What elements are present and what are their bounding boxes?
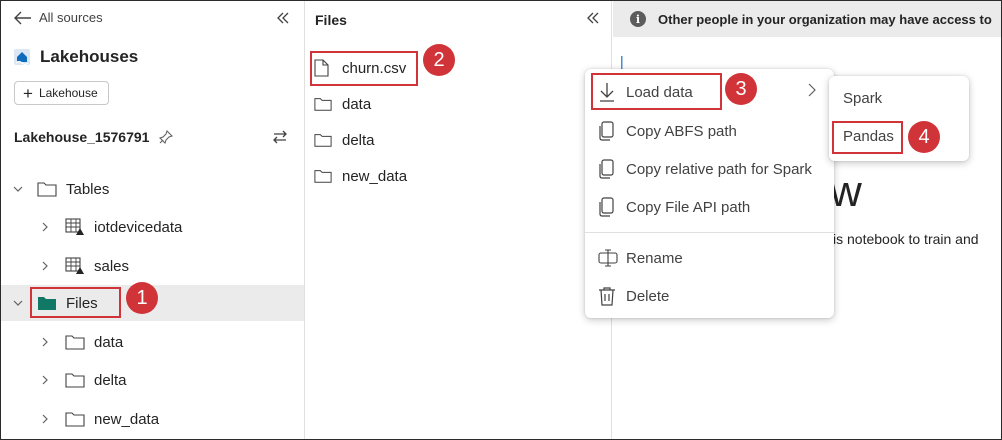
menu-item-delete[interactable]: Delete (585, 279, 834, 313)
submenu-item-spark[interactable]: Spark (843, 90, 882, 107)
arrow-left-icon (14, 11, 31, 24)
chevron-right-icon[interactable] (39, 336, 51, 348)
info-banner: i Other people in your organization may … (613, 1, 1001, 37)
info-icon: i (630, 11, 646, 27)
lakehouse-icon (14, 49, 30, 66)
folder-icon (314, 96, 332, 112)
rename-icon (598, 249, 618, 267)
file-item-new-data[interactable]: new_data (314, 163, 407, 189)
menu-divider (585, 232, 834, 233)
file-item-delta[interactable]: delta (314, 127, 375, 153)
copy-icon (598, 121, 614, 141)
tree-item-label: sales (94, 257, 130, 275)
tree-item-iotdevicedata[interactable]: iotdevicedata (1, 209, 304, 245)
delta-table-icon (65, 218, 85, 236)
menu-item-copy-relative-path[interactable]: Copy relative path for Spark (585, 152, 834, 186)
highlight-box-pandas (832, 121, 903, 154)
folder-icon (314, 168, 332, 184)
tree-item-label: delta (94, 371, 127, 389)
menu-item-copy-file-api-path[interactable]: Copy File API path (585, 190, 834, 224)
folder-icon (65, 372, 85, 388)
chevron-right-icon[interactable] (39, 413, 51, 425)
tree-item-data[interactable]: data (1, 324, 304, 360)
highlight-box-load-data (591, 73, 722, 110)
section-title: Lakehouses (40, 47, 139, 66)
pin-icon[interactable] (159, 130, 174, 144)
tree-item-label: data (94, 333, 124, 351)
back-label: All sources (39, 10, 103, 25)
trash-icon (598, 286, 616, 306)
menu-item-label: Copy relative path for Spark (626, 160, 812, 178)
cell-indicator: | (620, 53, 624, 69)
delta-table-icon (65, 257, 85, 275)
file-item-label: data (342, 95, 372, 113)
step-badge-4: 4 (908, 121, 940, 153)
copy-icon (598, 197, 614, 217)
menu-item-rename[interactable]: Rename (585, 241, 834, 275)
add-lakehouse-label: Lakehouse (38, 86, 98, 100)
copy-icon (598, 159, 614, 179)
chevron-down-icon[interactable] (12, 183, 24, 195)
tree-item-delta[interactable]: delta (1, 362, 304, 398)
tree-item-tables[interactable]: Tables (1, 171, 304, 207)
notebook-heading-fragment: w (830, 167, 862, 216)
file-item-label: delta (342, 131, 375, 149)
banner-text: Other people in your organization may ha… (658, 11, 992, 27)
tree-item-label: new_data (94, 410, 160, 428)
folder-icon (65, 411, 85, 427)
file-item-label: new_data (342, 167, 408, 185)
file-item-data[interactable]: data (314, 91, 371, 117)
step-badge-1: 1 (126, 282, 158, 314)
folder-icon (65, 334, 85, 350)
files-header: Files (315, 12, 347, 28)
notebook-body-text: is notebook to train and (833, 231, 979, 247)
collapse-pane-icon[interactable] (275, 10, 291, 26)
menu-item-label: Copy File API path (626, 198, 751, 216)
switch-lakehouse-icon[interactable] (271, 128, 289, 146)
chevron-right-icon (807, 83, 817, 101)
highlight-box-churn-csv (310, 51, 418, 86)
lakehouses-header: Lakehouses (13, 47, 138, 67)
step-badge-2: 2 (423, 44, 455, 76)
menu-item-label: Delete (626, 287, 670, 305)
folder-icon (37, 181, 57, 197)
tree-item-new-data[interactable]: new_data (1, 401, 304, 437)
explorer-pane: All sources Lakehouses + Lakehouse Lakeh… (1, 1, 305, 439)
menu-item-copy-abfs-path[interactable]: Copy ABFS path (585, 114, 834, 148)
collapse-pane-icon[interactable] (585, 10, 601, 26)
chevron-down-icon[interactable] (12, 297, 24, 309)
tree-item-label: Tables (66, 180, 110, 198)
chevron-right-icon[interactable] (39, 221, 51, 233)
menu-item-label: Copy ABFS path (626, 122, 737, 140)
plus-icon: + (23, 83, 33, 103)
tree-item-label: iotdevicedata (94, 218, 183, 236)
back-to-all-sources[interactable]: All sources (14, 10, 103, 25)
step-badge-3: 3 (725, 73, 757, 105)
add-lakehouse-button[interactable]: + Lakehouse (14, 81, 109, 105)
chevron-right-icon[interactable] (39, 260, 51, 272)
folder-icon (314, 132, 332, 148)
lakehouse-name: Lakehouse_1576791 (14, 129, 150, 145)
highlight-box-files (30, 287, 121, 318)
menu-item-label: Rename (626, 249, 683, 267)
tree-item-sales[interactable]: sales (1, 248, 304, 284)
lakehouse-name-row[interactable]: Lakehouse_1576791 (14, 129, 174, 145)
chevron-right-icon[interactable] (39, 374, 51, 386)
